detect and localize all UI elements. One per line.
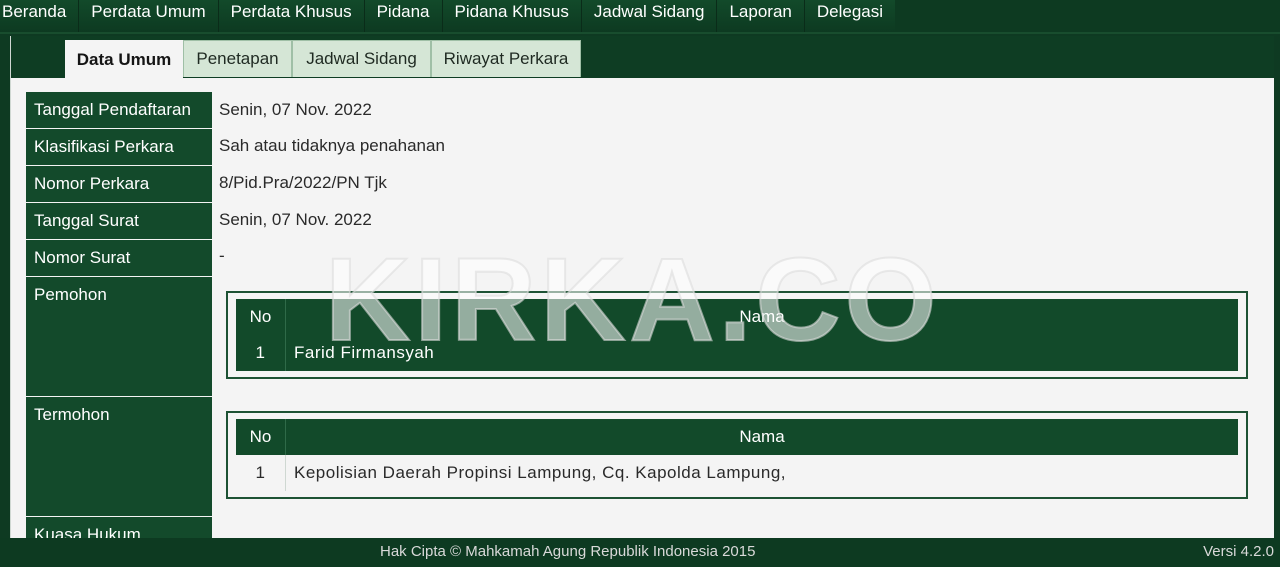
footer: Hak Cipta © Mahkamah Agung Republik Indo… — [0, 538, 1280, 567]
row-nama: Farid Firmansyah — [294, 343, 435, 362]
col-nama: Nama — [739, 427, 785, 446]
label-kuasa-hukum: Kuasa Hukum — [26, 517, 212, 538]
table-row: 1 Kepolisian Daerah Propinsi Lampung, Cq… — [236, 455, 1238, 491]
row-nama: Kepolisian Daerah Propinsi Lampung, Cq. … — [294, 463, 787, 482]
pemohon-table: No Nama 1 Farid Firmansyah — [226, 291, 1248, 379]
label-termohon: Termohon — [26, 397, 212, 517]
value-klasifikasi-perkara: Sah atau tidaknya penahanan — [219, 136, 445, 155]
nav-jadwal-sidang[interactable]: Jadwal Sidang — [581, 0, 718, 32]
termohon-table-header: No Nama — [236, 419, 1238, 455]
table-row: 1 Farid Firmansyah — [236, 335, 1238, 371]
nav-pidana-khusus[interactable]: Pidana Khusus — [442, 0, 582, 32]
label-klasifikasi-perkara: Klasifikasi Perkara — [26, 129, 212, 166]
footer-copyright: Hak Cipta © Mahkamah Agung Republik Indo… — [380, 543, 756, 560]
value-nomor-surat: - — [219, 246, 225, 265]
tab-bar: Data Umum Penetapan Jadwal Sidang Riwaya… — [11, 36, 1274, 78]
termohon-table: No Nama 1 Kepolisian Daerah Propinsi Lam… — [226, 411, 1248, 499]
nav-pidana[interactable]: Pidana — [364, 0, 443, 32]
nav-laporan[interactable]: Laporan — [717, 0, 805, 32]
nav-beranda[interactable]: Beranda — [0, 0, 80, 32]
nav-perdata-umum[interactable]: Perdata Umum — [79, 0, 219, 32]
case-detail-panel: Data Umum Penetapan Jadwal Sidang Riwaya… — [10, 36, 1274, 538]
tab-jadwal-sidang[interactable]: Jadwal Sidang — [292, 40, 431, 77]
label-nomor-perkara: Nomor Perkara — [26, 166, 212, 203]
nav-delegasi[interactable]: Delegasi — [804, 0, 896, 32]
col-no: No — [236, 299, 286, 335]
value-tanggal-pendaftaran: Senin, 07 Nov. 2022 — [219, 100, 372, 119]
value-tanggal-surat: Senin, 07 Nov. 2022 — [219, 210, 372, 229]
label-tanggal-surat: Tanggal Surat — [26, 203, 212, 240]
tab-penetapan[interactable]: Penetapan — [183, 40, 292, 77]
row-no: 1 — [236, 335, 286, 371]
label-tanggal-pendaftaran: Tanggal Pendaftaran — [26, 92, 212, 129]
data-umum-content: Tanggal Pendaftaran Senin, 07 Nov. 2022 … — [11, 78, 1274, 538]
tab-riwayat-perkara[interactable]: Riwayat Perkara — [431, 40, 581, 77]
tab-data-umum[interactable]: Data Umum — [65, 40, 183, 78]
pemohon-table-header: No Nama — [236, 299, 1238, 335]
nav-perdata-khusus[interactable]: Perdata Khusus — [218, 0, 365, 32]
col-nama: Nama — [739, 307, 785, 326]
label-nomor-surat: Nomor Surat — [26, 240, 212, 277]
col-no: No — [236, 419, 286, 455]
row-no: 1 — [236, 455, 286, 491]
label-pemohon: Pemohon — [26, 277, 212, 397]
top-nav: Beranda Perdata Umum Perdata Khusus Pida… — [0, 0, 1280, 34]
footer-version: Versi 4.2.0 — [1203, 543, 1274, 560]
value-nomor-perkara: 8/Pid.Pra/2022/PN Tjk — [219, 173, 387, 192]
